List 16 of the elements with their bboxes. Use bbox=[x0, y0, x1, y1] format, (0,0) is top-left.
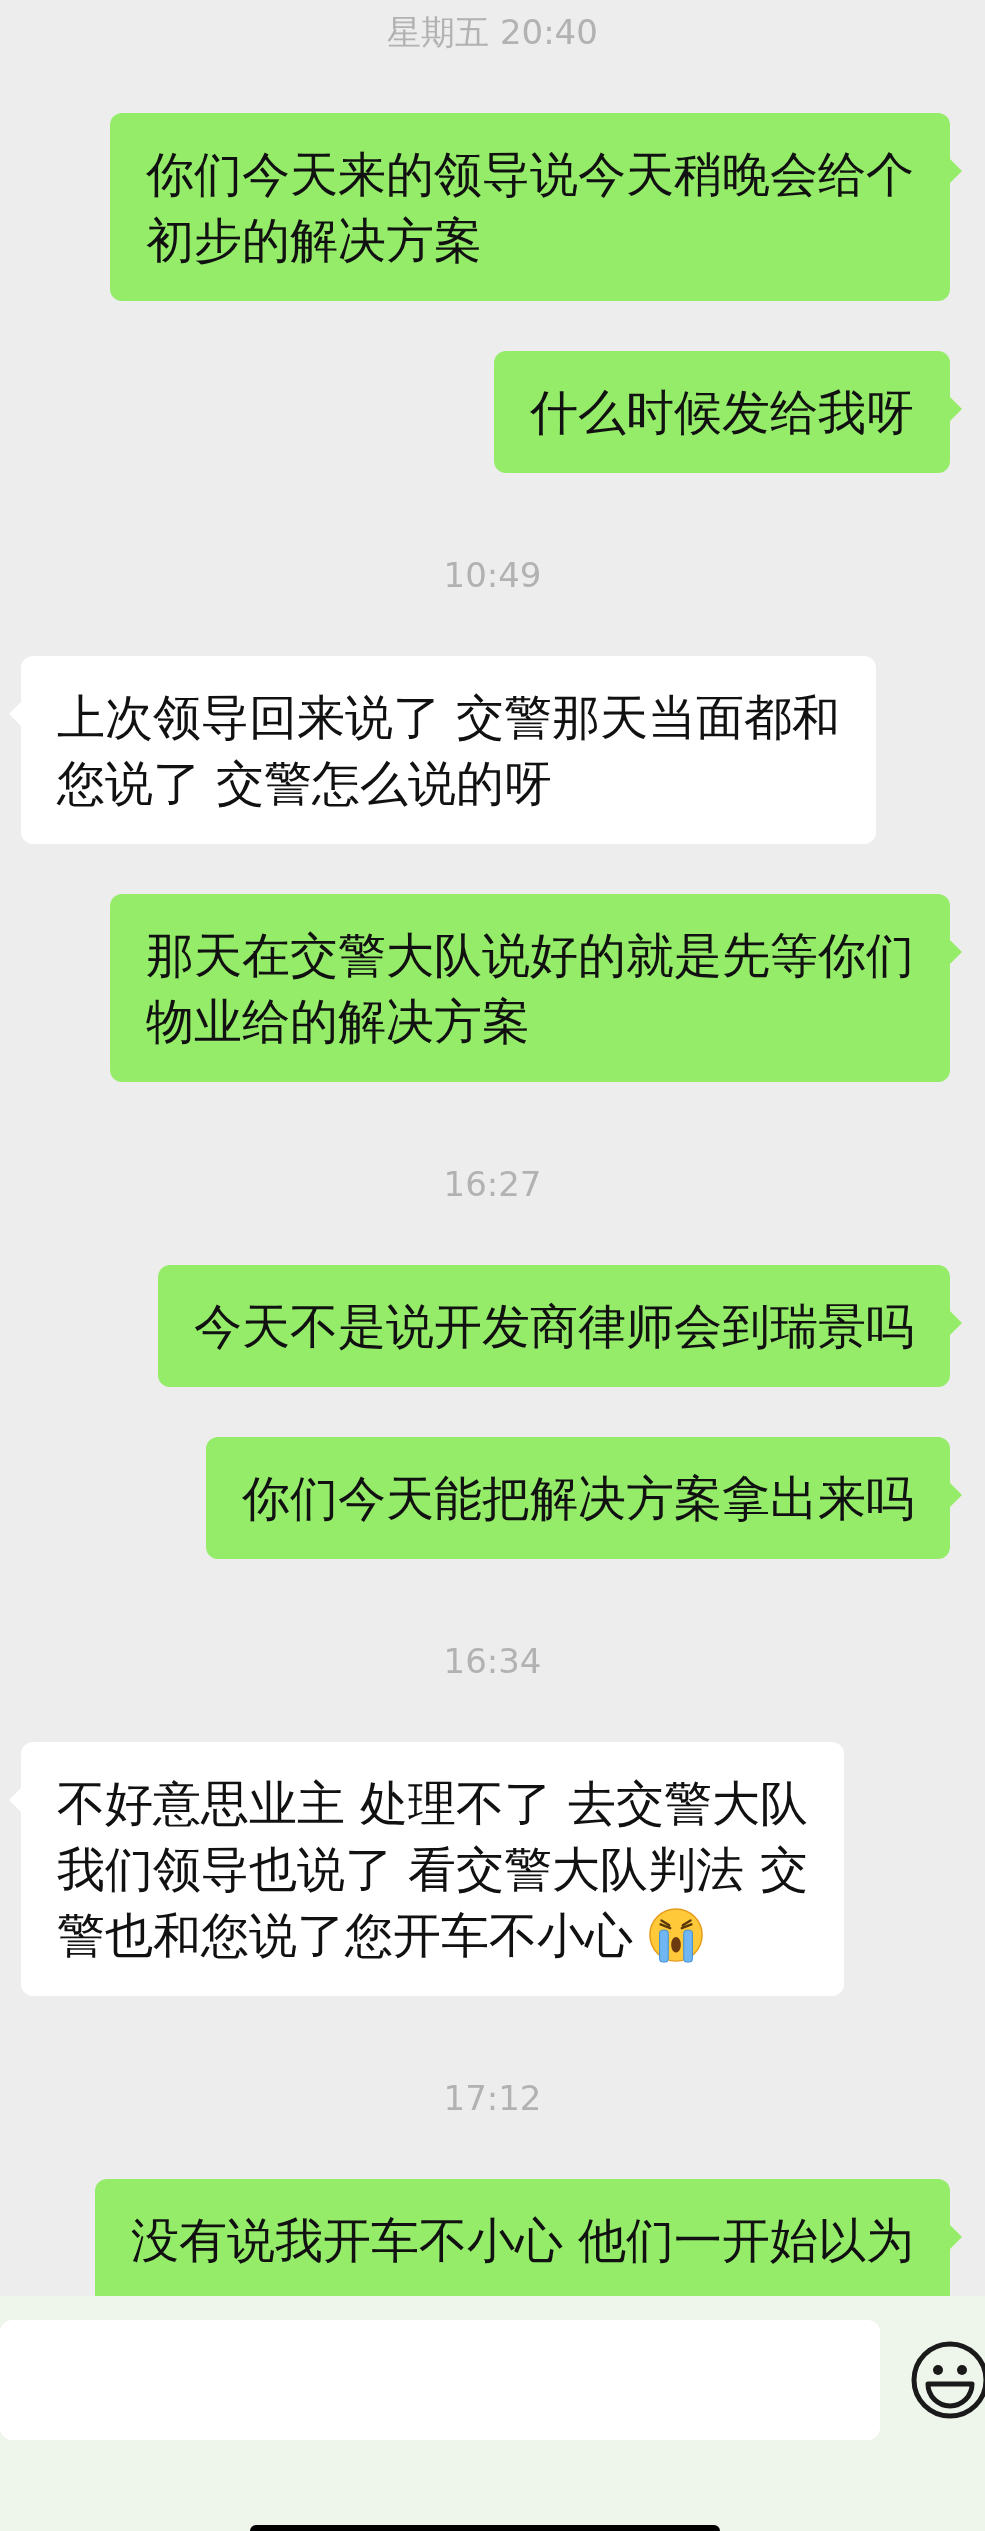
message-text: 那天在交警大队说好的就是先等你们 物业给的解决方案 bbox=[146, 927, 914, 1049]
timestamp: 16:34 bbox=[443, 1641, 542, 1681]
emoji-icon[interactable] bbox=[910, 2340, 985, 2420]
message-text: 什么时候发给我呀 bbox=[530, 384, 914, 440]
timestamp: 星期五 20:40 bbox=[387, 12, 598, 52]
message-text: 不好意思业主 处理不了 去交警大队 我们领导也说了 看交警大队判法 交 bbox=[57, 1774, 808, 1899]
message-text: 你们今天来的领导说今天稍晚会给个 初步的解决方案 bbox=[146, 146, 914, 268]
message-text: 警也和您说了您开车不小心 bbox=[57, 1906, 633, 1965]
timestamp: 10:49 bbox=[443, 555, 542, 595]
message-text: 今天不是说开发商律师会到瑞景吗 bbox=[194, 1298, 914, 1354]
message-text: 没有说我开车不小心 他们一开始以为 bbox=[130, 2212, 914, 2268]
timestamp: 16:27 bbox=[443, 1164, 542, 1204]
timestamp: 17:12 bbox=[443, 2078, 542, 2118]
message-text: 你们今天能把解决方案拿出来吗 bbox=[242, 1470, 914, 1526]
crying-face-icon bbox=[647, 1906, 705, 1964]
message-text: 上次领导回来说了 交警那天当面都和 您说了 交警怎么说的呀 bbox=[57, 689, 841, 811]
